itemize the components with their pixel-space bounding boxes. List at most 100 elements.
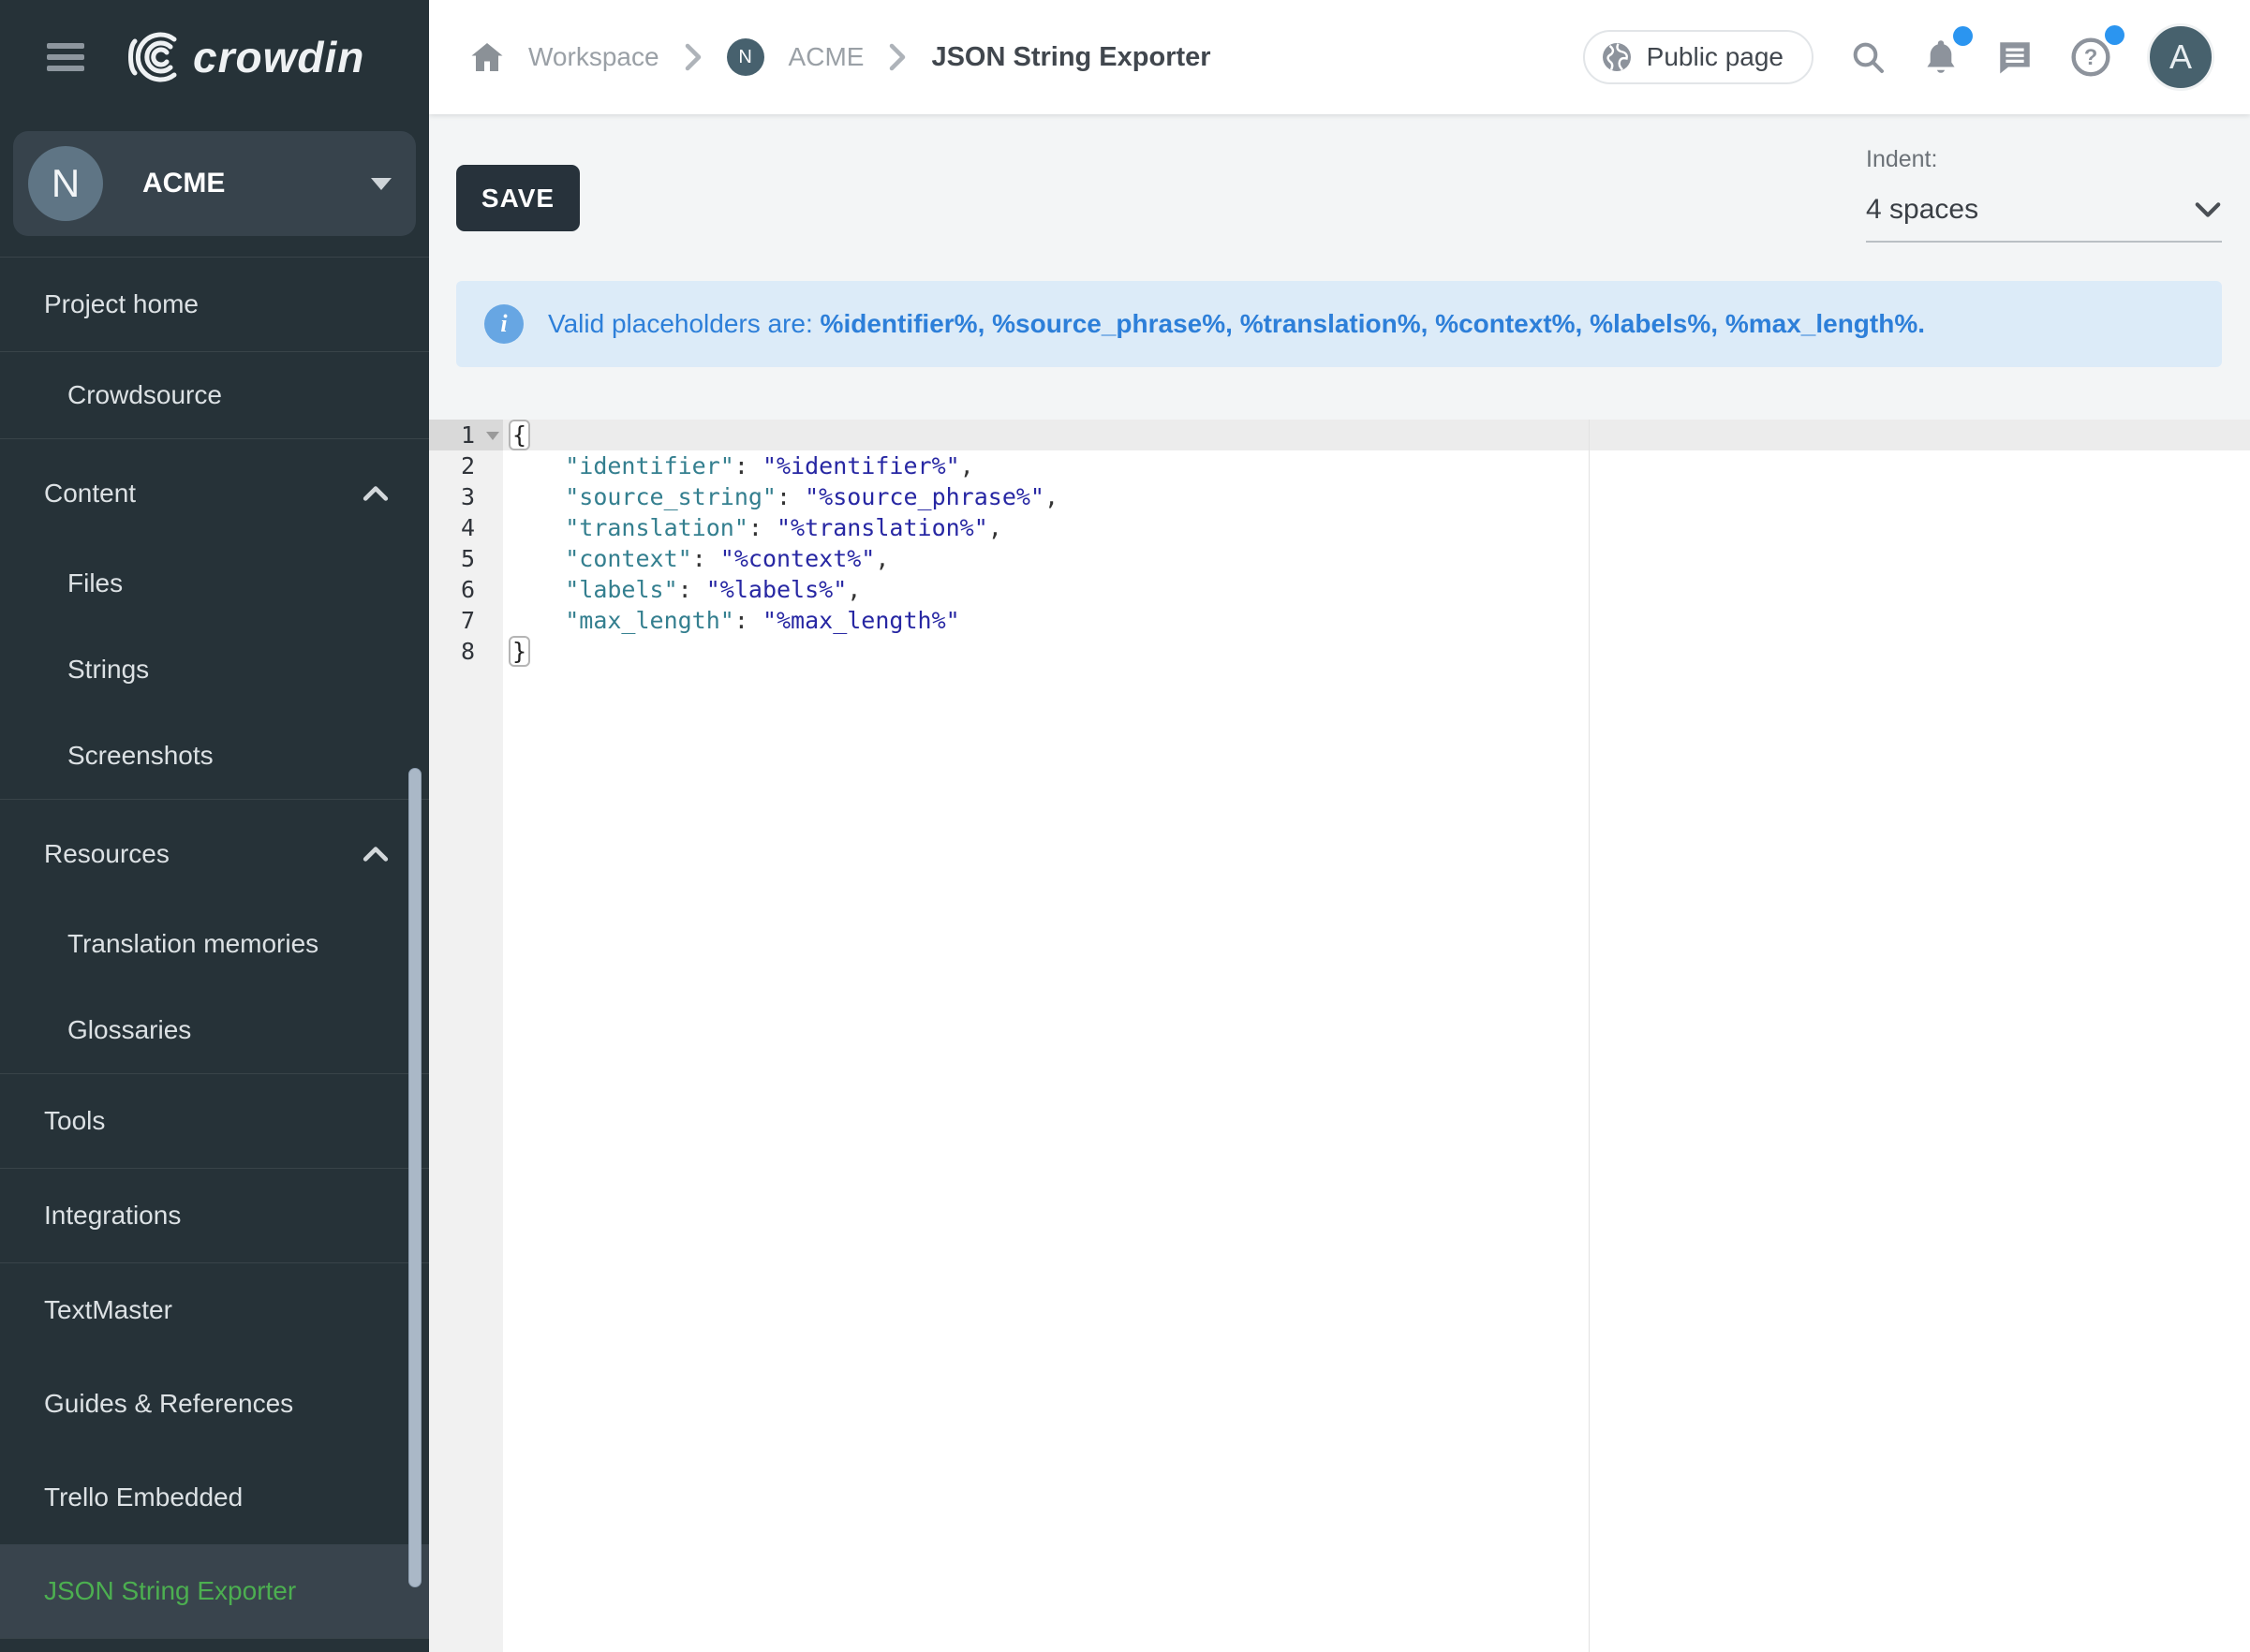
crowdin-logo-text: crowdin [193,32,364,82]
chevron-down-icon [2194,200,2222,219]
indent-label: Indent: [1866,146,2222,173]
breadcrumb-project[interactable]: ACME [789,42,865,72]
sidebar-item-screenshots[interactable]: Screenshots [0,713,429,799]
line-number: 2 [429,452,503,479]
header-actions: Public page [1583,23,2250,91]
sidebar-item-strings[interactable]: Strings [0,627,429,713]
hamburger-menu-icon[interactable] [47,43,84,71]
code-line-text: "labels": "%labels%", [503,576,861,603]
code-line-text: "identifier": "%identifier%", [503,452,974,479]
indent-control: Indent: 4 spaces [1866,146,2222,243]
top-header: Workspace N ACME JSON String Exporter [429,0,2250,114]
chevron-up-icon [362,846,390,863]
indent-select[interactable]: 4 spaces [1866,194,2222,243]
project-name: ACME [142,168,371,199]
sidebar-item-label: Crowdsource [67,380,401,410]
fold-caret-icon[interactable] [486,432,499,440]
sidebar-item-translation-memories[interactable]: Translation memories [0,901,429,987]
code-line-text: "source_string": "%source_phrase%", [503,483,1058,510]
save-button[interactable]: SAVE [456,165,580,231]
sidebar-item-tools[interactable]: Tools [0,1074,429,1168]
crowdin-logo[interactable]: crowdin [126,30,364,84]
code-editor[interactable]: 1{2 "identifier": "%identifier%",3 "sour… [429,420,2250,1652]
line-number: 8 [429,638,503,665]
sidebar-item-files[interactable]: Files [0,540,429,627]
sidebar-item-label: Files [67,568,401,598]
public-page-button[interactable]: Public page [1583,30,1813,84]
sidebar-item-label: Glossaries [67,1015,401,1045]
banner-placeholders: %identifier%, %source_phrase%, %translat… [821,309,1925,338]
breadcrumb-workspace[interactable]: Workspace [528,42,659,72]
chevron-right-icon [888,43,907,71]
indent-selected-value: 4 spaces [1866,194,2194,226]
sidebar-item-label: TextMaster [44,1295,401,1325]
chevron-down-icon [371,178,392,190]
main-content: SAVE Indent: 4 spaces i Valid placeholde… [429,114,2250,1652]
code-lines: 1{2 "identifier": "%identifier%",3 "sour… [429,420,2250,667]
sidebar: crowdin N ACME Project home Crowdsource Co… [0,0,429,1652]
code-line-6[interactable]: 6 "labels": "%labels%", [429,574,2250,605]
code-line-text: "translation": "%translation%", [503,514,1002,541]
code-line-2[interactable]: 2 "identifier": "%identifier%", [429,450,2250,481]
search-icon[interactable] [1849,38,1887,76]
sidebar-item-content[interactable]: Content [0,445,429,540]
info-icon: i [484,304,524,344]
sidebar-item-label: JSON String Exporter [44,1576,401,1606]
sidebar-item-label: Guides & References [44,1389,401,1419]
project-switcher[interactable]: N ACME [13,131,416,236]
sidebar-item-label: Screenshots [67,741,401,771]
sidebar-item-guides-references[interactable]: Guides & References [0,1357,429,1451]
sidebar-header: crowdin [0,0,429,114]
line-number: 1 [429,421,503,449]
sidebar-item-label: Trello Embedded [44,1482,401,1512]
sidebar-item-label: Content [44,479,362,509]
sidebar-item-resources[interactable]: Resources [0,805,429,901]
sidebar-item-label: Integrations [44,1201,401,1231]
sidebar-item-textmaster[interactable]: TextMaster [0,1263,429,1357]
sidebar-item-glossaries[interactable]: Glossaries [0,987,429,1073]
sidebar-item-project-settings[interactable]: Project settings [0,1639,429,1652]
code-line-text: { [503,421,530,449]
info-banner: i Valid placeholders are: %identifier%, … [456,281,2222,367]
line-number: 4 [429,514,503,541]
help-icon[interactable]: ? [2070,37,2111,78]
banner-text: Valid placeholders are: %identifier%, %s… [548,309,1925,339]
sidebar-item-trello-embedded[interactable]: Trello Embedded [0,1451,429,1544]
sidebar-item-integrations[interactable]: Integrations [0,1169,429,1262]
sidebar-item-label: Strings [67,655,401,685]
code-line-8[interactable]: 8} [429,636,2250,667]
sidebar-item-json-string-exporter[interactable]: JSON String Exporter [0,1544,429,1638]
sidebar-separator [0,799,429,800]
code-line-5[interactable]: 5 "context": "%context%", [429,543,2250,574]
line-number: 3 [429,483,503,510]
user-avatar[interactable]: A [2147,23,2214,91]
chevron-up-icon [362,485,390,502]
line-number: 7 [429,607,503,634]
code-line-3[interactable]: 3 "source_string": "%source_phrase%", [429,481,2250,512]
sidebar-item-label: Project home [44,289,401,319]
code-line-text: "max_length": "%max_length%" [503,607,960,634]
notifications-bell-icon[interactable] [1922,37,1960,77]
public-page-label: Public page [1647,42,1784,72]
home-icon[interactable] [470,41,504,73]
sidebar-scrollbar[interactable] [408,768,422,1587]
code-line-text: } [503,638,530,665]
breadcrumb-project-avatar: N [727,38,764,76]
chevron-right-icon [684,43,703,71]
code-line-text: "context": "%context%", [503,545,889,572]
sidebar-item-label: Translation memories [67,929,401,959]
breadcrumb: Workspace N ACME JSON String Exporter [429,38,1583,76]
code-line-1[interactable]: 1{ [429,420,2250,450]
page-title: JSON String Exporter [931,42,1210,73]
sidebar-item-label: Resources [44,839,362,869]
crowdin-logo-icon [126,30,184,84]
code-line-4[interactable]: 4 "translation": "%translation%", [429,512,2250,543]
sidebar-nav: Project home Crowdsource Content Files Strin… [0,257,429,1652]
sidebar-item-crowdsource[interactable]: Crowdsource [0,352,429,438]
line-number: 6 [429,576,503,603]
sidebar-separator [0,438,429,439]
project-avatar: N [28,146,103,221]
messages-icon[interactable] [1995,37,2035,77]
sidebar-item-project-home[interactable]: Project home [0,258,429,351]
code-line-7[interactable]: 7 "max_length": "%max_length%" [429,605,2250,636]
